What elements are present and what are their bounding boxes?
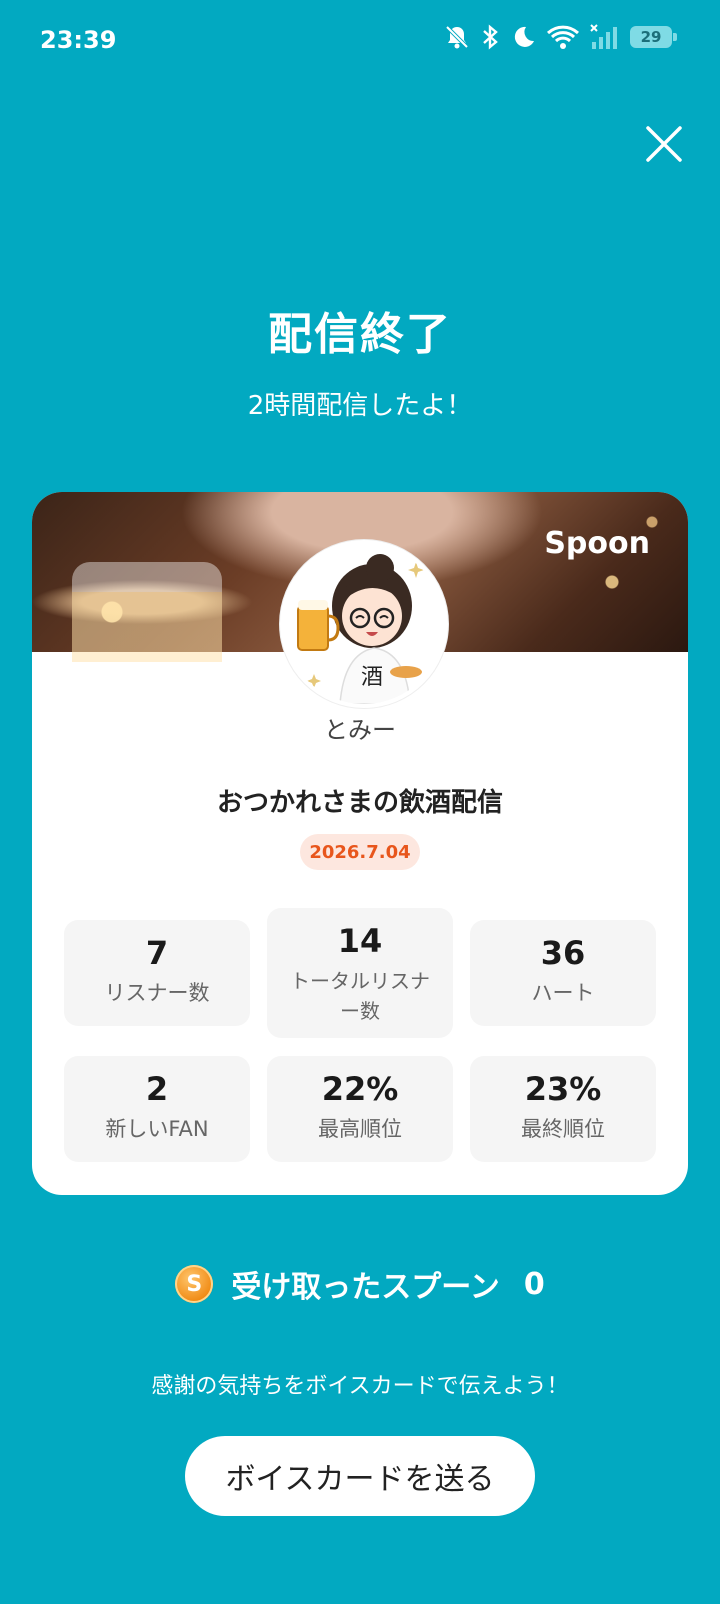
svg-text:酒: 酒: [361, 665, 383, 690]
close-icon[interactable]: [640, 120, 688, 168]
close-button[interactable]: [640, 120, 688, 168]
bell-off-icon: [444, 24, 470, 50]
battery-icon: 29: [630, 26, 677, 48]
stat-label: リスナー数: [104, 981, 210, 1005]
status-time: 23:39: [40, 26, 117, 54]
stat-value: 22%: [321, 1070, 399, 1108]
moon-icon: [510, 24, 536, 50]
bluetooth-icon: [480, 24, 500, 50]
stat-new-fans: 2 新しいFAN: [64, 1056, 250, 1162]
stat-value: 23%: [524, 1070, 602, 1108]
stat-value: 2: [145, 1070, 169, 1108]
send-voice-card-button[interactable]: ボイスカードを送る: [185, 1436, 535, 1516]
status-bar: 23:39 29: [0, 0, 720, 80]
stat-label: トータルリスナー数: [290, 969, 430, 1023]
stat-total-listeners: 14 トータルリスナー数: [267, 908, 453, 1038]
stat-value: 36: [540, 934, 586, 972]
spoons-label: 受け取ったスプーン: [231, 1270, 500, 1305]
page-title: 配信終了: [268, 309, 452, 360]
status-icons: 29: [444, 24, 677, 50]
summary-card: Spoon 酒 とみー おつかれさまの飲酒配信 2026.7.04 7 リスナー…: [32, 492, 688, 1195]
stat-label: 新しいFAN: [105, 1117, 209, 1141]
received-spoons: S 受け取ったスプーン 0: [0, 1262, 720, 1306]
stat-final-rank: 23% 最終順位: [470, 1056, 656, 1162]
beer-glass-image: [72, 562, 222, 662]
signal-icon: [590, 24, 620, 50]
stat-value: 7: [145, 934, 169, 972]
avatar: 酒: [280, 540, 448, 708]
brand-logo: Spoon: [544, 526, 650, 561]
page-subtitle: 2時間配信したよ！: [247, 391, 473, 421]
stat-hearts: 36 ハート: [470, 920, 656, 1026]
date-badge: 2026.7.04: [300, 834, 420, 870]
wifi-icon: [546, 24, 580, 50]
stat-listeners: 7 リスナー数: [64, 920, 250, 1026]
stat-value: 14: [337, 922, 383, 960]
stat-label: ハート: [531, 981, 595, 1005]
stream-title: おつかれさまの飲酒配信: [216, 788, 503, 818]
stat-highest-rank: 22% 最高順位: [267, 1056, 453, 1162]
username: とみー: [324, 716, 396, 744]
stat-label: 最終順位: [521, 1117, 605, 1141]
spoons-count: 0: [523, 1266, 545, 1302]
stat-label: 最高順位: [318, 1117, 402, 1141]
spoon-coin-icon: S: [175, 1265, 214, 1303]
thanks-text: 感謝の気持ちをボイスカードで伝えよう！: [151, 1374, 569, 1399]
battery-level: 29: [640, 28, 662, 46]
